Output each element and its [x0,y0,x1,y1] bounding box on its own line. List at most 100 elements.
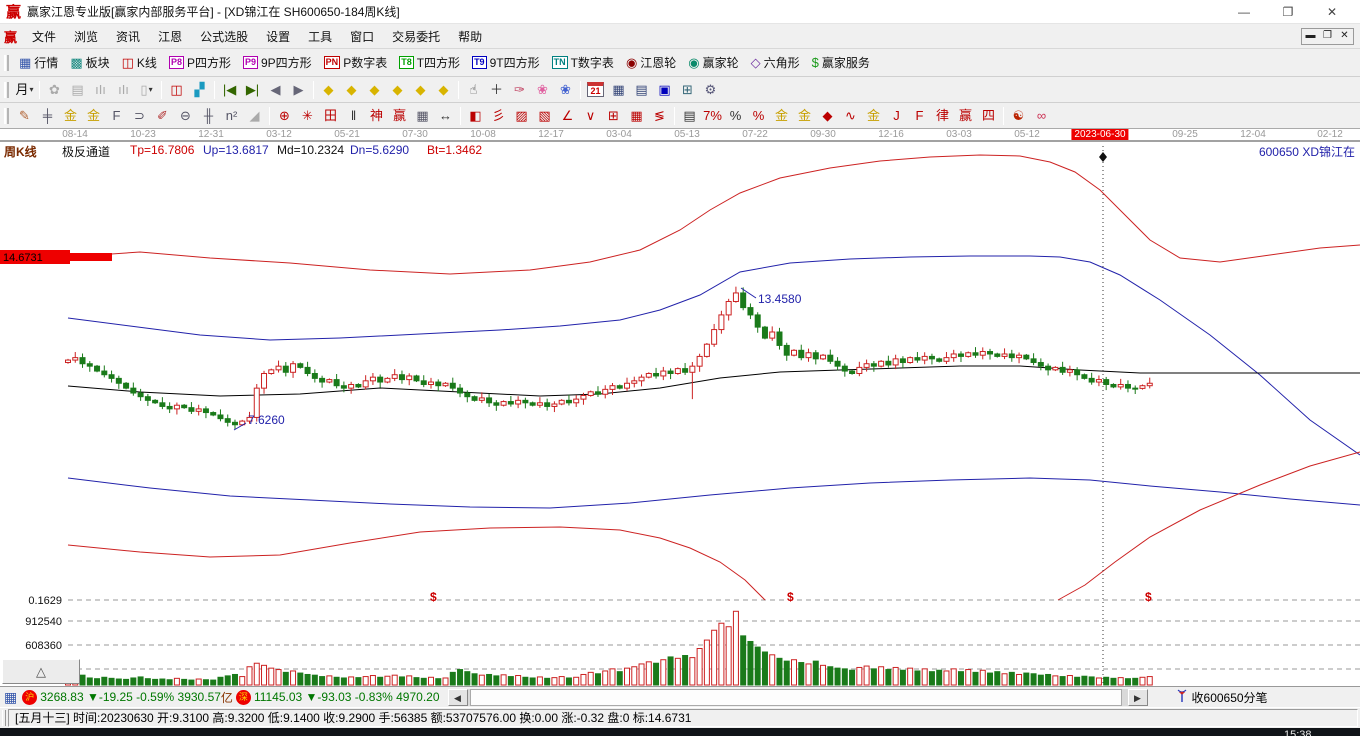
tool-lv-line-button[interactable]: 律 [931,106,954,126]
toolbar-t-number-button[interactable]: TN T数字表 [546,52,620,73]
tool-zoom-in-button[interactable]: ◆ [409,80,432,100]
tool-zoom-out-x-button[interactable]: ◆ [317,80,340,100]
tool-compress-x-button[interactable]: ◆ [386,80,409,100]
minimize-button[interactable]: — [1222,2,1266,22]
tool-notepad-button[interactable]: ▤ [630,80,653,100]
scrollbar-track[interactable] [467,688,1128,706]
tool-save-button[interactable]: ▣ [653,80,676,100]
tool-n2-grid-button[interactable]: n² [220,106,243,126]
tool-infinity-button[interactable]: ∞ [1030,106,1053,126]
tool-period-month-button[interactable]: 月 ▾ [13,80,36,100]
volume-pane-toggle-button[interactable]: △ [2,659,80,684]
tool-v-lines-button[interactable]: ∨ [579,106,602,126]
menu-江恩[interactable]: 江恩 [149,25,191,48]
menu-资讯[interactable]: 资讯 [107,25,149,48]
tool-grid-red-1-button[interactable]: ⊞ [602,106,625,126]
index-quote[interactable]: 11145.03 ▼-93.03 -0.83% 4970.20 [254,690,440,704]
tool-doc-tool-button[interactable]: ▤ [66,80,89,100]
tool-calendar-button[interactable]: 21 [584,80,607,100]
tool-gold-grid-2-button[interactable]: 金 [82,106,105,126]
toolbar-winner-service-button[interactable]: $ 赢家服务 [806,52,876,73]
quote-grid-icon[interactable]: ▦ [4,689,17,706]
tool-percent-button[interactable]: % [724,106,747,126]
mdi-restore-button[interactable]: ❐ [1319,29,1336,44]
tool-wave-line-button[interactable]: ∿ [839,106,862,126]
tool-percent-7-button[interactable]: 7% [701,106,724,126]
tool-zoom-out-button[interactable]: ◆ [432,80,455,100]
toolbar-quotes-button[interactable]: ▦ 行情 [13,52,64,73]
tool-arc-grid-button[interactable]: ⊃ [128,106,151,126]
tool-flower-blue-button[interactable]: ❀ [554,80,577,100]
tool-go-last-button[interactable]: ▶| [241,80,264,100]
scrollbar-thumb[interactable] [469,688,1122,706]
tool-ying-tool-button[interactable]: 赢 [388,106,411,126]
scroll-left-button[interactable]: ◀ [447,688,468,706]
tool-expand-x-button[interactable]: ◆ [363,80,386,100]
tool-grid-box-button[interactable]: ▦ [411,106,434,126]
tool-mark-tool-button[interactable]: ✑ [508,80,531,100]
tool-bars9-tool-button[interactable]: ıIı [112,80,135,100]
tool-gold-circle-button[interactable]: 金 [770,106,793,126]
tool-gold-grid-1-button[interactable]: 金 [59,106,82,126]
tool-pattern-box-2-button[interactable]: ▧ [533,106,556,126]
exchange-icon[interactable]: 深 [235,689,251,705]
tool-page-next-button[interactable]: ▶ [287,80,310,100]
tool-candle-pen-button[interactable]: ◆ [816,106,839,126]
toolbar-t-square-button[interactable]: T8 T四方形 [393,52,466,73]
tool-angle-lines-button[interactable]: ∠ [556,106,579,126]
tool-zigzag-lines-button[interactable]: ≶ [648,106,671,126]
tool-gold-angle-button[interactable]: 金 [862,106,885,126]
mdi-close-button[interactable]: ✕ [1336,29,1353,44]
tool-gold-line-button[interactable]: 金 [793,106,816,126]
toolbar-winner-wheel-button[interactable]: ◉ 赢家轮 [682,52,744,73]
maximize-button[interactable]: ❐ [1266,2,1310,22]
tool-list-bars-button[interactable]: ▤ [678,106,701,126]
tool-ray-fan-button[interactable]: 彡 [487,106,510,126]
tool-percent-lines-button[interactable]: % [747,106,770,126]
tool-gann-star-button[interactable]: ✳ [296,106,319,126]
tool-zoom-in-x-button[interactable]: ◆ [340,80,363,100]
scroll-right-button[interactable]: ▶ [1127,688,1148,706]
tool-window-box-button[interactable]: ◧ [464,106,487,126]
tool-flower-tool-button[interactable]: ✿ [43,80,66,100]
chart-canvas[interactable]: 0.162991254060836030418014.673113.45807.… [0,129,1360,686]
tool-pen-button[interactable]: ✎ [13,106,36,126]
tool-page-prev-button[interactable]: ◀ [264,80,287,100]
toolbar-kline-button[interactable]: ◫ K线 [116,52,163,73]
menu-窗口[interactable]: 窗口 [341,25,383,48]
toolbar-grip[interactable] [4,54,9,71]
tool-pattern-box-1-button[interactable]: ▨ [510,106,533,126]
tool-angle-gray-button[interactable]: ◢ [243,106,266,126]
menu-浏览[interactable]: 浏览 [65,25,107,48]
tool-color-chart-button[interactable]: ▞ [188,80,211,100]
tool-bars3-tool-button[interactable]: ıIı [89,80,112,100]
menu-设置[interactable]: 设置 [257,25,299,48]
tool-f-angle-button[interactable]: F [908,106,931,126]
tool-grid-red-2-button[interactable]: ▦ [625,106,648,126]
close-button[interactable]: ✕ [1310,2,1354,22]
tool-hand-tool-button[interactable]: ☝ [462,80,485,100]
tool-shen-tool-button[interactable]: 神 [365,106,388,126]
tool-calculator-button[interactable]: ▦ [607,80,630,100]
menu-文件[interactable]: 文件 [23,25,65,48]
tool-gann-circle-button[interactable]: ⊕ [273,106,296,126]
tool-taiji-button[interactable]: ☯ [1007,106,1030,126]
tool-ruler-grid-button[interactable]: ╪ [36,106,59,126]
index-quote[interactable]: 3268.83 ▼-19.25 -0.59% 3930.57 [40,690,221,704]
toolbar-t9-square-button[interactable]: T9 9T四方形 [466,52,546,73]
tool-ying-line-button[interactable]: 赢 [954,106,977,126]
tool-export-button[interactable]: ⊞ [676,80,699,100]
tool-f-grid-button[interactable]: F [105,106,128,126]
tool-pen-red-button[interactable]: ✐ [151,106,174,126]
tool-crosshair-tool-button[interactable]: ＋ [485,80,508,100]
toolbar-grip[interactable] [4,81,9,98]
menu-工具[interactable]: 工具 [299,25,341,48]
toolbar-p-square-button[interactable]: P8 P四方形 [163,52,237,73]
tool-candle-type-button[interactable]: ▯ ▾ [135,80,158,100]
tool-go-first-button[interactable]: |◀ [218,80,241,100]
exchange-icon[interactable]: 沪 [22,689,38,705]
tool-parallel-lines-button[interactable]: ‖ [342,106,365,126]
menu-交易委托[interactable]: 交易委托 [383,25,449,48]
tool-settings-tool-button[interactable]: ⚙ [699,80,722,100]
toolbar-hexagon-button[interactable]: ◇ 六角形 [745,52,806,73]
